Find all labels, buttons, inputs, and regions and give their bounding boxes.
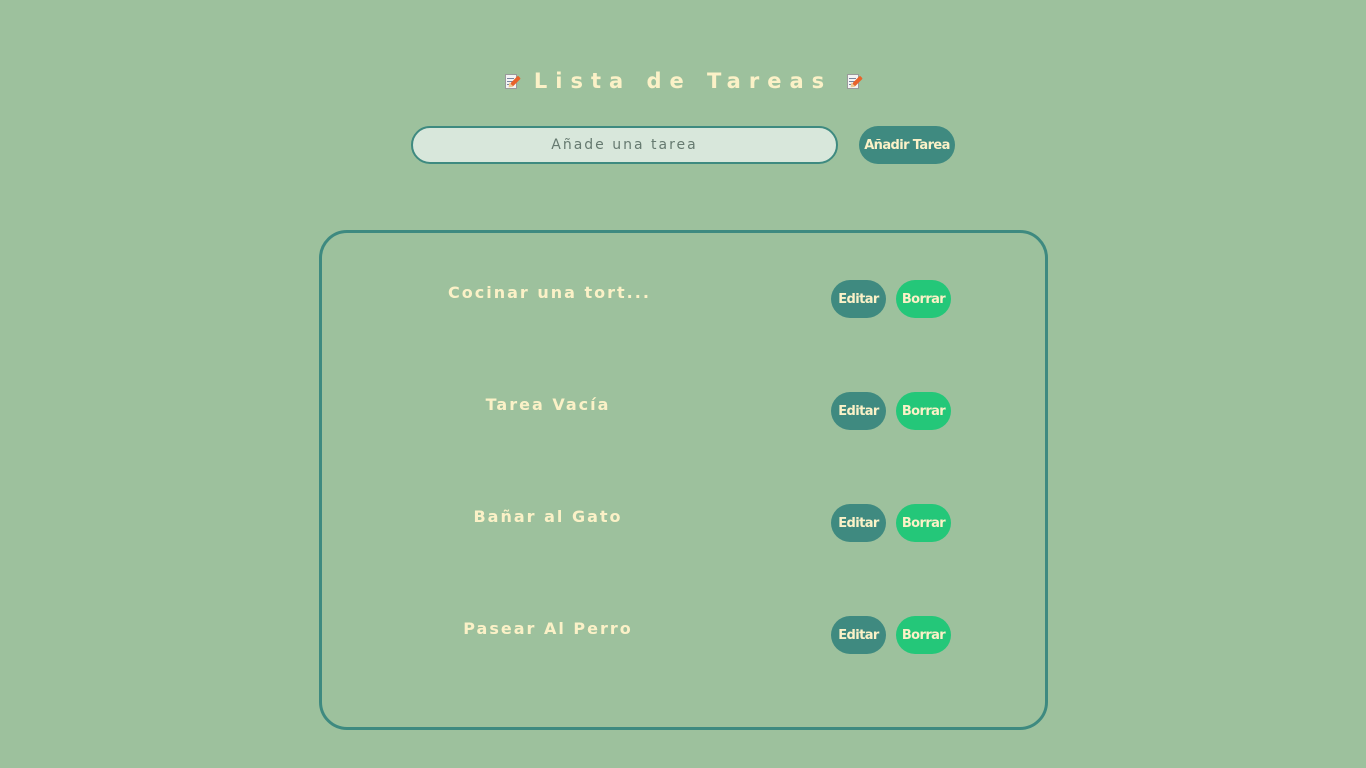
delete-button[interactable]: Borrar <box>896 504 951 542</box>
todo-app: Lista de Tareas Añadir Tarea Cocinar una… <box>0 0 1366 768</box>
task-text: Bañar al Gato <box>473 507 623 526</box>
task-item: Tarea Vacía Editar Borrar <box>322 392 1045 432</box>
delete-button[interactable]: Borrar <box>896 616 951 654</box>
memo-icon <box>504 73 521 90</box>
task-item: Bañar al Gato Editar Borrar <box>322 504 1045 544</box>
task-text: Cocinar una tort... <box>448 283 651 302</box>
edit-button[interactable]: Editar <box>831 280 886 318</box>
title-text: Lista de Tareas <box>533 69 833 93</box>
task-text: Tarea Vacía <box>485 395 611 414</box>
page-title: Lista de Tareas <box>0 66 1366 96</box>
edit-button[interactable]: Editar <box>831 616 886 654</box>
delete-button[interactable]: Borrar <box>896 280 951 318</box>
delete-button[interactable]: Borrar <box>896 392 951 430</box>
task-text: Pasear Al Perro <box>463 619 633 638</box>
task-list: Cocinar una tort... Editar Borrar Tarea … <box>319 230 1048 730</box>
task-item: Cocinar una tort... Editar Borrar <box>322 280 1045 320</box>
edit-button[interactable]: Editar <box>831 504 886 542</box>
task-item: Pasear Al Perro Editar Borrar <box>322 616 1045 656</box>
add-task-button[interactable]: Añadir Tarea <box>859 126 955 164</box>
edit-button[interactable]: Editar <box>831 392 886 430</box>
memo-icon <box>846 73 863 90</box>
new-task-input[interactable] <box>411 126 838 164</box>
